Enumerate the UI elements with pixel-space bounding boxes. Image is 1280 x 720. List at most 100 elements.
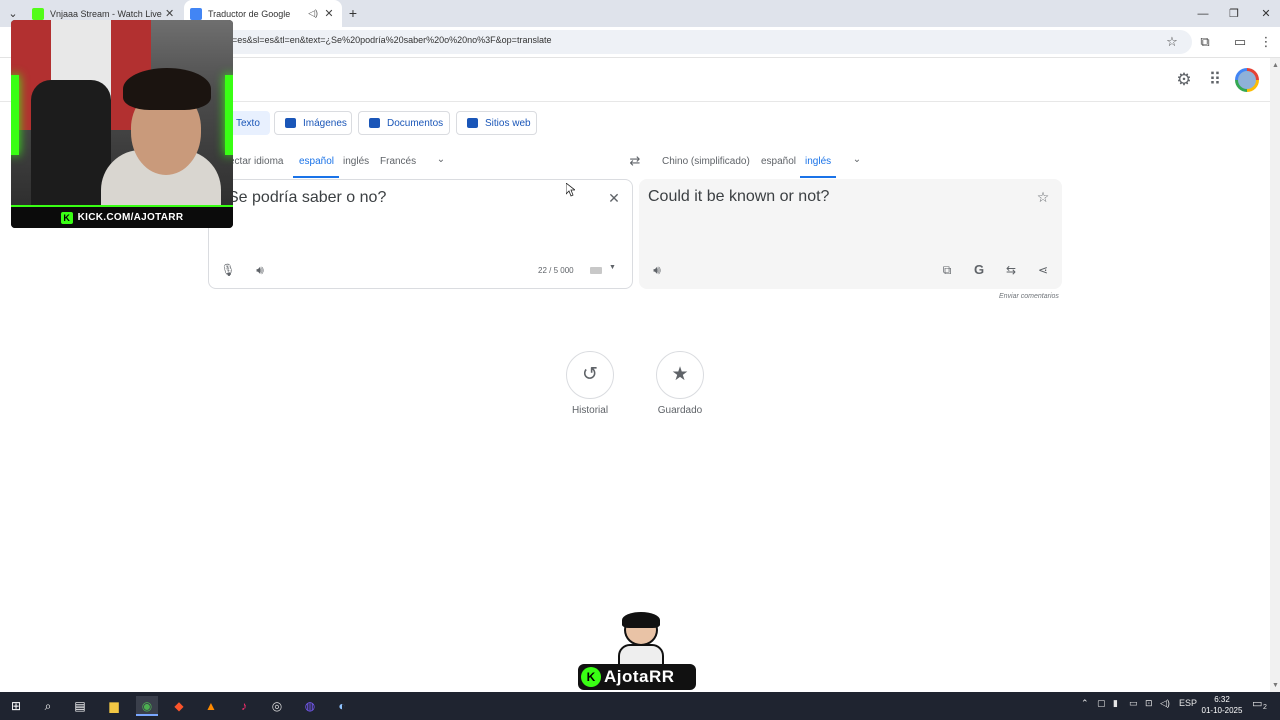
tray-clock[interactable]: 6:32 01-10-2025 [1198,694,1246,716]
webcam-caption-bar: K KICK.COM/AJOTARR [11,205,233,228]
brave-icon[interactable]: ◆ [168,696,190,716]
tray-volume-icon[interactable]: ◁) [1160,698,1170,709]
extensions-icon[interactable]: ⧉ [1195,32,1215,52]
microphone-icon[interactable]: 🎙︎ [218,260,238,280]
saved-button[interactable]: ★ [656,351,704,399]
target-lang-english[interactable]: inglés [805,156,831,167]
target-lang-underline [800,176,836,178]
history-icon: ↺ [582,364,598,385]
logo-text: AjotaRR [604,667,675,686]
notifications-icon[interactable]: ▭ [1252,697,1262,710]
saved-label: Guardado [657,405,703,416]
minimize-button[interactable]: — [1193,6,1213,22]
close-tab-icon[interactable]: ✕ [322,7,336,20]
history-label: Historial [571,405,609,416]
scroll-up-icon[interactable]: ▲ [1272,62,1279,69]
streamer-logo: K AjotaRR [578,612,696,692]
translated-text: Could it be known or not? [648,188,830,205]
streaming-app-icon[interactable]: ▲ [200,696,222,716]
translation-panel: Could it be known or not? ☆ 🔊︎ ⧉ G ⇆ ⋖ [639,179,1062,289]
clear-text-icon[interactable]: ✕ [604,188,624,208]
mode-websites-button[interactable]: Sitios web [456,111,537,135]
browser-menu-icon[interactable]: ⋮ [1256,32,1276,52]
source-lang-french[interactable]: Francés [380,156,416,167]
account-avatar[interactable] [1235,68,1259,92]
share-icon[interactable]: ⋖ [1033,260,1053,280]
kick-logo-icon: K [60,211,73,224]
image-icon [285,118,296,128]
kick-favicon-icon [32,7,44,20]
page-scrollbar[interactable] [1270,58,1280,692]
send-feedback-link[interactable]: Enviar comentarios [999,293,1059,300]
source-lang-english[interactable]: inglés [343,156,369,167]
source-lang-more-chevron-icon[interactable]: ⌄ [433,152,449,168]
webcam-overlay: K KICK.COM/AJOTARR [11,20,233,228]
source-lang-spanish[interactable]: español [299,156,334,167]
mode-label: Documentos [387,117,444,129]
url-text[interactable]: =es&sl=es&tl=en&text=¿Se%20podría%20sabe… [232,35,551,45]
listen-source-icon[interactable]: 🔊︎ [250,260,270,280]
tab-title: Vnjaaa Stream - Watch Live on [50,8,164,19]
search-icon[interactable]: ⌕ [37,696,59,716]
keyboard-icon[interactable] [590,267,602,274]
char-counter: 22 / 5 000 [538,266,574,275]
keyboard-dropdown-icon[interactable]: ▼ [609,264,616,271]
restore-button[interactable]: ❐ [1224,6,1244,22]
mode-label: Sitios web [485,117,531,129]
rate-translation-icon[interactable]: ⇆ [1001,260,1021,280]
notification-count: 2 [1263,704,1267,711]
tray-language[interactable]: ESP [1179,698,1197,708]
close-tab-icon[interactable]: ✕ [163,7,176,20]
translate-favicon-icon [190,7,202,20]
tray-mic-icon[interactable]: ▮ [1113,698,1118,709]
address-bar[interactable]: =es&sl=es&tl=en&text=¿Se%20podría%20sabe… [200,30,1192,54]
clock-date: 01-10-2025 [1201,706,1243,715]
profile-icon[interactable]: ▭ [1230,32,1250,52]
messenger-icon[interactable]: ◍ [299,696,321,716]
mode-label: Imágenes [303,117,347,129]
tray-network-icon[interactable]: ⊡ [1145,698,1153,709]
document-icon [369,118,380,128]
logo-badge: K [581,667,601,687]
website-icon [467,118,478,128]
source-lang-detect[interactable]: ectar idioma [229,156,283,167]
chrome-icon[interactable]: ◉ [136,696,158,716]
file-explorer-icon[interactable]: ▆ [103,696,125,716]
tray-device-icon[interactable]: ▢ [1097,698,1106,709]
target-lang-spanish[interactable]: español [761,156,796,167]
source-lang-underline [293,176,339,178]
tray-overflow-icon[interactable]: ⌃ [1081,698,1089,709]
windows-taskbar: ⊞ ⌕ ▤ ▆ ◉ ◆ ▲ ♪ ◎ ◍ ◐ ⌃ ▢ ▮ ▭ ⊡ ◁) ESP 6… [0,692,1280,720]
scroll-down-icon[interactable]: ▼ [1272,682,1279,689]
tab-title: Traductor de Google [208,8,291,19]
clock-time: 6:32 [1214,695,1230,704]
listen-translation-icon[interactable]: 🔊︎ [647,260,667,280]
apps-grid-icon[interactable]: ⠿ [1203,68,1227,92]
start-menu-icon[interactable]: ⊞ [5,696,27,716]
google-search-icon[interactable]: G [969,260,989,280]
copy-icon[interactable]: ⧉ [937,260,957,280]
webcam-video [11,20,233,210]
steam-icon[interactable]: ◐ [331,696,353,716]
obs-icon[interactable]: ◎ [266,696,288,716]
mouse-cursor-icon [566,183,575,197]
mode-label: Texto [236,117,260,129]
bookmark-star-icon[interactable]: ☆ [1162,32,1182,52]
target-lang-more-chevron-icon[interactable]: ⌄ [849,152,865,168]
source-text-input[interactable]: Se podría saber o no? [228,189,386,207]
save-translation-star-icon[interactable]: ☆ [1033,187,1053,207]
settings-gear-icon[interactable]: ⚙ [1172,68,1196,92]
task-view-icon[interactable]: ▤ [69,696,91,716]
mode-documents-button[interactable]: Documentos [358,111,450,135]
close-window-button[interactable]: ✕ [1256,6,1276,22]
swap-languages-icon[interactable]: ⇄ [626,152,644,170]
target-lang-chinese[interactable]: Chino (simplificado) [662,156,750,167]
mode-images-button[interactable]: Imágenes [274,111,352,135]
tiktok-icon[interactable]: ♪ [233,696,255,716]
new-tab-button[interactable]: + [346,5,360,21]
tab-audio-icon[interactable]: ◁) [308,8,318,19]
tray-display-icon[interactable]: ▭ [1129,698,1138,709]
history-button[interactable]: ↺ [566,351,614,399]
screen: { "browser": { "tabs": [ {"title": "Vnja… [0,0,1280,720]
saved-star-icon: ★ [671,364,689,385]
